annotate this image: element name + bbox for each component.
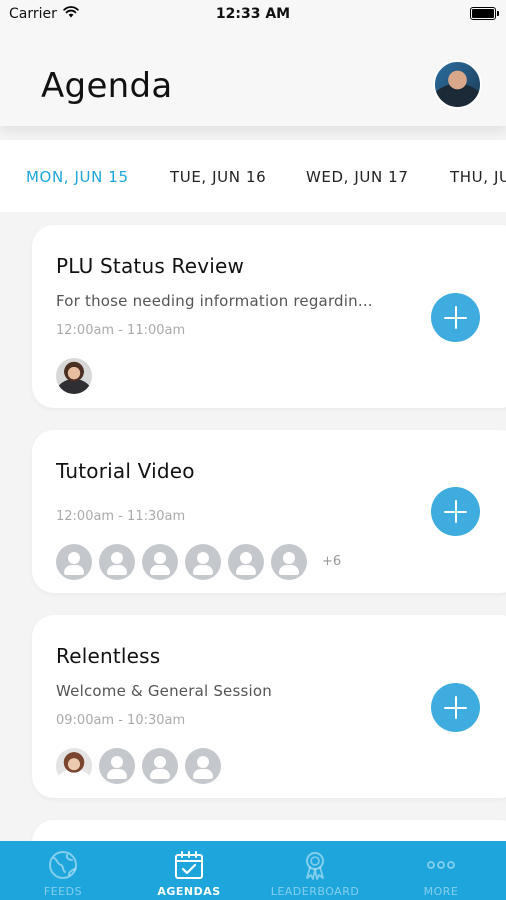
add-session-button[interactable] (431, 487, 480, 536)
date-tab-mon-jun-15[interactable]: MON, JUN 15 (26, 168, 129, 186)
date-strip[interactable]: MON, JUN 15 TUE, JUN 16 WED, JUN 17 THU,… (0, 140, 506, 212)
session-time: 12:00am - 11:00am (56, 323, 186, 338)
globe-icon (49, 851, 77, 879)
page-title: Agenda (41, 66, 173, 106)
status-bar: Carrier 12:33 AM (0, 0, 506, 28)
attendee-avatar-placeholder (99, 748, 135, 784)
tab-label: FEEDS (43, 885, 83, 898)
tab-feeds[interactable]: FEEDS (0, 841, 126, 900)
attendee-avatar-placeholder (228, 544, 264, 580)
profile-avatar[interactable] (433, 60, 482, 109)
date-tab-wed-jun-17[interactable]: WED, JUN 17 (306, 168, 408, 186)
attendee-avatar-placeholder (271, 544, 307, 580)
attendee-avatar-placeholder (99, 544, 135, 580)
tab-leaderboard[interactable]: LEADERBOARD (252, 841, 378, 900)
more-dots-icon (427, 861, 455, 869)
attendee-avatar (56, 748, 92, 784)
tab-label: LEADERBOARD (270, 885, 360, 898)
date-tab-tue-jun-16[interactable]: TUE, JUN 16 (170, 168, 266, 186)
session-card-relentless[interactable]: Relentless Welcome & General Session 09:… (32, 615, 506, 798)
battery-icon (470, 7, 499, 20)
date-tab-thu-jun-18[interactable]: THU, JUN 18 (450, 168, 506, 186)
header: Agenda (0, 28, 506, 126)
session-description: Welcome & General Session (56, 682, 272, 700)
session-title: Relentless (56, 644, 161, 668)
add-session-button[interactable] (431, 683, 480, 732)
attendee-avatar-placeholder (185, 544, 221, 580)
session-time: 12:00am - 11:30am (56, 509, 186, 524)
session-description: For those needing information regardin..… (56, 292, 373, 310)
attendee-avatar (56, 358, 92, 394)
tab-more[interactable]: MORE (378, 841, 504, 900)
tab-bar: FEEDS AGENDAS LEADERBOARD MORE (0, 841, 506, 900)
tab-label: MORE (423, 885, 459, 898)
tab-label: AGENDAS (157, 885, 221, 898)
add-session-button[interactable] (431, 293, 480, 342)
tab-agendas[interactable]: AGENDAS (126, 841, 252, 900)
attendee-avatar-placeholder (142, 748, 178, 784)
more-attendees-count: +6 (322, 554, 342, 569)
session-title: Tutorial Video (56, 459, 195, 483)
calendar-check-icon (175, 851, 203, 879)
attendee-avatar-placeholder (142, 544, 178, 580)
clock: 12:33 AM (215, 6, 291, 22)
ribbon-award-icon (306, 852, 324, 880)
session-time: 09:00am - 10:30am (56, 713, 186, 728)
attendee-avatar-placeholder (185, 748, 221, 784)
session-card-plu-status-review[interactable]: PLU Status Review For those needing info… (32, 225, 506, 408)
session-title: PLU Status Review (56, 254, 245, 278)
session-card-tutorial-video[interactable]: Tutorial Video 12:00am - 11:30am +6 (32, 430, 506, 593)
attendee-avatar-placeholder (56, 544, 92, 580)
